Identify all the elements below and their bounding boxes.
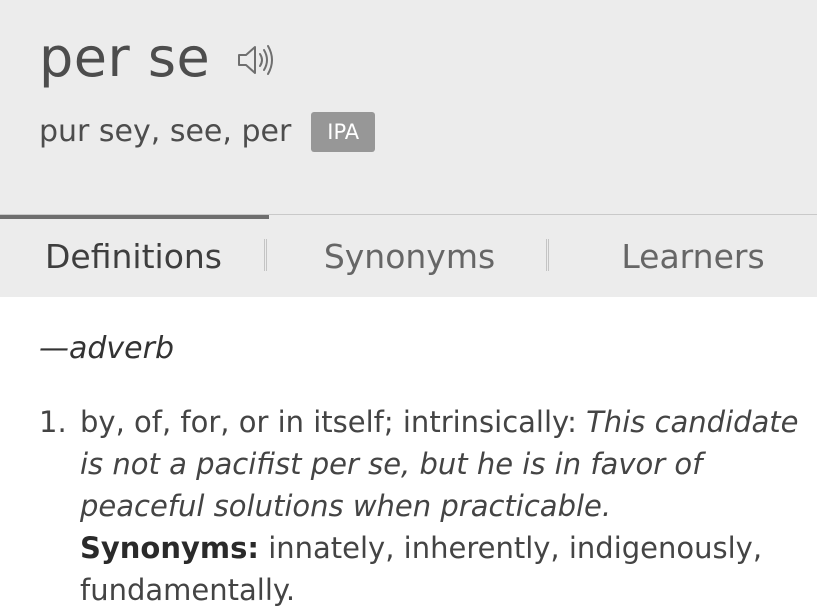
tab-synonyms[interactable]: Synonyms bbox=[270, 215, 549, 297]
definition-text: by, of, for, or in itself; intrinsically… bbox=[80, 405, 587, 439]
tab-divider bbox=[264, 239, 267, 271]
definition-item: 1. by, of, for, or in itself; intrinsica… bbox=[39, 401, 799, 611]
headword: per se bbox=[39, 26, 211, 89]
pronunciation: pur sey, see, per bbox=[39, 114, 292, 149]
speaker-icon[interactable] bbox=[236, 40, 276, 80]
entry-header: per se pur sey, see, per IPA bbox=[0, 0, 817, 215]
definition-number: 1. bbox=[39, 405, 67, 439]
tab-learners[interactable]: Learners bbox=[552, 215, 817, 297]
part-of-speech: —adverb bbox=[39, 331, 175, 366]
definitions-panel: —adverb 1. by, of, for, or in itself; in… bbox=[0, 297, 817, 607]
pronunciation-row: pur sey, see, per IPA bbox=[39, 112, 376, 152]
tab-divider bbox=[546, 239, 549, 271]
tab-bar: Definitions Synonyms Learners bbox=[0, 215, 817, 297]
headword-row: per se bbox=[39, 26, 276, 90]
tab-definitions[interactable]: Definitions bbox=[0, 215, 267, 297]
synonyms-label: Synonyms: bbox=[80, 531, 259, 565]
ipa-button[interactable]: IPA bbox=[311, 112, 376, 152]
definition-body: by, of, for, or in itself; intrinsically… bbox=[80, 401, 799, 611]
